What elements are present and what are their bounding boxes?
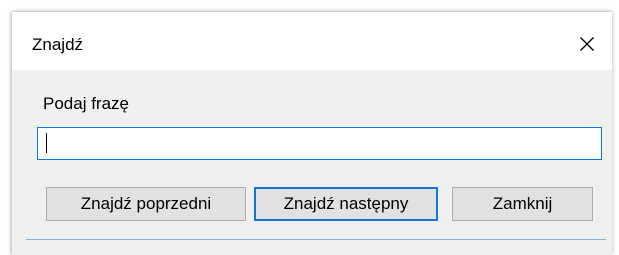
dialog-titlebar: Znajdź	[12, 12, 612, 70]
divider	[26, 239, 606, 240]
search-prompt-label: Podaj frazę	[43, 94, 129, 113]
find-next-button[interactable]: Znajdź następny	[254, 187, 438, 221]
dialog-title: Znajdź	[32, 35, 84, 54]
close-icon	[579, 36, 595, 57]
close-button[interactable]: Zamknij	[452, 187, 593, 221]
close-window-button[interactable]	[562, 26, 612, 66]
text-caret	[46, 133, 47, 153]
find-dialog: Znajdź Podaj frazę Znajdź poprzedni Znaj…	[12, 12, 612, 255]
find-previous-button[interactable]: Znajdź poprzedni	[46, 187, 246, 221]
search-input[interactable]	[37, 127, 602, 160]
